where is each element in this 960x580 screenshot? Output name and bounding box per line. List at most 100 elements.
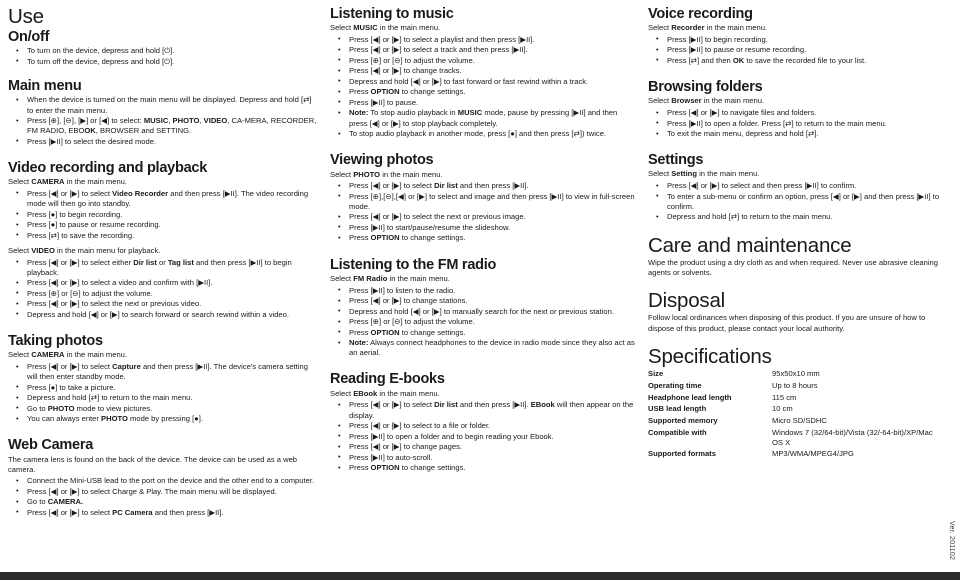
column-middle: Listening to music Select MUSIC in the m…	[330, 6, 648, 474]
list-item: When the device is turned on the main me…	[8, 95, 318, 115]
list-item: Press [▶II] to select the desired mode.	[8, 136, 318, 147]
list-item: Connect the Mini-USB lead to the port on…	[8, 476, 318, 486]
lead-video-playback: Select VIDEO in the main menu for playba…	[8, 246, 161, 256]
table-row: Compatible with Windows 7 (32/64-bit)/Vi…	[648, 428, 942, 450]
table-row: Supported memory Micro SD/SDHC	[648, 416, 942, 428]
list-item: Press [◀] or [▶] to select Dir list and …	[330, 400, 636, 420]
lead-viewing-photos: Select PHOTO in the main menu.	[330, 169, 443, 179]
list-item: Press [◀] or [▶] to select the next or p…	[8, 299, 318, 309]
spec-key: Supported formats	[648, 449, 716, 459]
list-item: Press [◀] or [▶] to select Video Recorde…	[8, 188, 318, 209]
heading-listening-music: Listening to music	[330, 6, 454, 22]
list-main-menu: When the device is turned on the main me…	[8, 95, 318, 147]
list-item: Press [⊕] or [⊖] to adjust the volume.	[330, 317, 636, 327]
spec-value: 10 cm	[772, 404, 793, 414]
spec-value: MP3/WMA/MPEG4/JPG	[772, 449, 854, 459]
lead-fm-radio: Select FM Radio in the main menu.	[330, 273, 450, 283]
spec-value: Micro SD/SDHC	[772, 415, 827, 425]
list-video-recording: Press [◀] or [▶] to select Video Recorde…	[8, 188, 318, 241]
spec-key: Operating time	[648, 380, 702, 390]
spec-value: 95x50x10 mm	[772, 369, 820, 379]
list-item: Press [▶II] to pause or resume recording…	[648, 45, 942, 55]
list-item: Press [⊕], [⊖], [▶] or [◀] to select: MU…	[8, 115, 318, 136]
list-item: To exit the main menu, depress and hold …	[648, 129, 942, 139]
list-video-playback: Press [◀] or [▶] to select either Dir li…	[8, 257, 318, 320]
list-item: Press [▶II] to open a folder. Press [⇄] …	[648, 118, 942, 129]
list-fm-radio: Press [▶II] to listen to the radio. Pres…	[330, 285, 636, 359]
list-item: Depress and hold [◀] or [▶] to search fo…	[8, 309, 318, 320]
list-item: Depress and hold [◀] or [▶] to manually …	[330, 306, 636, 317]
list-item: Depress and hold [⇄] to return to the ma…	[648, 212, 942, 222]
version-label: Ver. 201102	[948, 520, 955, 560]
heading-taking-photos: Taking photos	[8, 333, 103, 350]
list-item: Press OPTION to change settings.	[330, 463, 636, 473]
list-item: Press [●] to pause or resume recording.	[8, 220, 318, 230]
list-item: Go to CAMERA.	[8, 497, 318, 507]
list-item: Press [◀] or [▶] to select and then pres…	[648, 181, 942, 191]
list-item: Press [⇄] to save the recording.	[8, 230, 318, 241]
list-onoff: To turn on the device, depress and hold …	[8, 46, 318, 67]
heading-video-recording: Video recording and playback	[8, 159, 208, 176]
list-item: To enter a sub-menu or confirm an option…	[648, 191, 942, 212]
list-item: Press [▶II] to listen to the radio.	[330, 285, 636, 296]
list-item: Press [●] to take a picture.	[8, 382, 318, 393]
list-item: Press [◀] or [▶] to select PC Camera and…	[8, 507, 318, 518]
list-web-camera: Connect the Mini-USB lead to the port on…	[8, 476, 318, 518]
list-browsing-folders: Press [◀] or [▶] to navigate files and f…	[648, 108, 942, 139]
heading-care-maintenance: Care and maintenance	[648, 233, 852, 257]
spec-key: Compatible with	[648, 427, 707, 437]
heading-disposal: Disposal	[648, 289, 726, 313]
list-taking-photos: Press [◀] or [▶] to select Capture and t…	[8, 361, 318, 424]
list-item: Press [⊕] or [⊖] to adjust the volume.	[8, 288, 318, 299]
heading-main-menu: Main menu	[8, 78, 82, 95]
spec-key: Supported memory	[648, 415, 718, 425]
list-item: Press OPTION to change settings.	[330, 327, 636, 338]
list-item: Press [◀] or [▶] to select a track and t…	[330, 45, 636, 55]
heading-voice-recording: Voice recording	[648, 6, 753, 22]
table-row: Headphone lead length 115 cm	[648, 393, 942, 405]
lead-ebooks: Select EBook in the main menu.	[330, 388, 440, 398]
list-item: Press [◀] or [▶] to select a video and c…	[8, 278, 318, 288]
column-left: Use On/off To turn on the device, depres…	[8, 5, 330, 518]
heading-browsing-folders: Browsing folders	[648, 79, 763, 96]
table-row: Size 95x50x10 mm	[648, 369, 942, 381]
lead-browsing-folders: Select Browser in the main menu.	[648, 96, 765, 106]
table-row: Supported formats MP3/WMA/MPEG4/JPG	[648, 449, 942, 461]
list-item: Note: To stop audio playback in MUSIC mo…	[330, 108, 636, 128]
heading-settings: Settings	[648, 152, 704, 169]
list-item: Press [▶II] to pause.	[330, 97, 636, 108]
list-item: Press [▶II] to auto-scroll.	[330, 452, 636, 463]
list-item: Depress and hold [◀] or [▶] to fast forw…	[330, 76, 636, 87]
footer-bar	[0, 572, 960, 580]
lead-voice-recording: Select Recorder in the main menu.	[648, 23, 768, 33]
heading-viewing-photos: Viewing photos	[330, 152, 434, 169]
list-item: Press [◀] or [▶] to change tracks.	[330, 66, 636, 76]
list-item: To turn off the device, depress and hold…	[8, 56, 318, 67]
list-item: Press [◀] or [▶] to navigate files and f…	[648, 108, 942, 118]
text-care-maintenance: Wipe the product using a dry cloth as an…	[648, 257, 938, 277]
list-item: Note: Always connect headphones to the d…	[330, 338, 636, 358]
list-item: Press [⊕] or [⊖] to adjust the volume.	[330, 55, 636, 66]
list-item: To turn on the device, depress and hold …	[8, 46, 318, 56]
list-item: Press [◀] or [▶] to select to a file or …	[330, 421, 636, 431]
spec-key: Size	[648, 369, 664, 379]
list-item: Press OPTION to change settings.	[330, 233, 636, 243]
list-item: Press OPTION to change settings.	[330, 87, 636, 97]
list-item: Press [⇄] and then OK to save the record…	[648, 55, 942, 66]
text-disposal: Follow local ordinances when disposing o…	[648, 313, 926, 333]
three-column-layout: Use On/off To turn on the device, depres…	[0, 5, 948, 518]
lead-listening-music: Select MUSIC in the main menu.	[330, 23, 441, 33]
list-item: Press [▶II] to open a folder and to begi…	[330, 431, 636, 442]
table-row: Operating time Up to 8 hours	[648, 381, 942, 393]
spec-value: 115 cm	[772, 392, 797, 402]
list-voice-recording: Press [▶II] to begin recording. Press [▶…	[648, 34, 942, 66]
list-item: Press [◀] or [▶] to select a playlist an…	[330, 34, 636, 45]
list-item: Depress and hold [⇄] to return to the ma…	[8, 393, 318, 403]
lead-taking-photos: Select CAMERA in the main menu.	[8, 350, 128, 360]
spec-key: USB lead length	[648, 404, 707, 414]
table-row: USB lead length 10 cm	[648, 404, 942, 416]
list-item: Press [◀] or [▶] to select the next or p…	[330, 212, 636, 222]
list-item: Press [▶II] to begin recording.	[648, 34, 942, 45]
list-item: Press [◀] or [▶] to select Dir list and …	[330, 181, 636, 191]
list-viewing-photos: Press [◀] or [▶] to select Dir list and …	[330, 181, 636, 243]
